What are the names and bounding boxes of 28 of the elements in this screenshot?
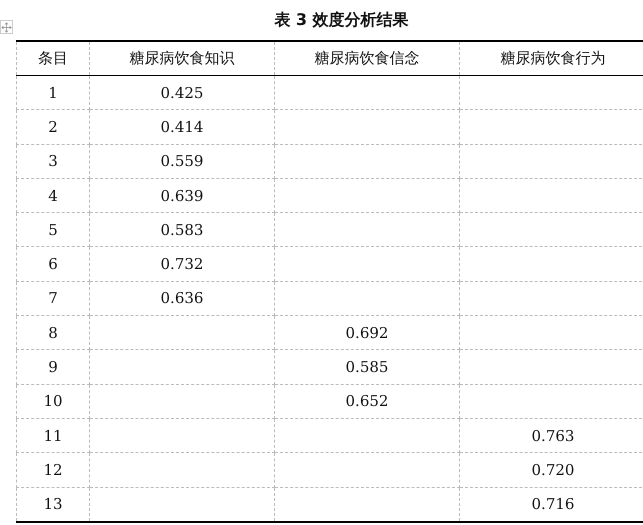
- table-cell: 0.583: [90, 212, 274, 247]
- table-cell: 1: [16, 76, 90, 110]
- table-cell: 12: [16, 452, 90, 488]
- table-cell: 0.636: [90, 281, 274, 316]
- table-cell: 13: [16, 487, 90, 522]
- table-cell: 0.652: [274, 384, 460, 418]
- table-title: 表 3 效度分析结果: [274, 10, 409, 30]
- table-cell: 0.425: [90, 76, 274, 110]
- column-header: 糖尿病饮食信念: [274, 41, 460, 76]
- table-cell: 0.414: [90, 110, 274, 144]
- table-cell: 0.559: [90, 144, 274, 178]
- table-cell: 0.639: [90, 178, 274, 213]
- table-cell: 10: [16, 384, 90, 418]
- column-header: 糖尿病饮食知识: [90, 41, 274, 76]
- table-cell: 8: [16, 316, 90, 350]
- table-cell: 9: [16, 350, 90, 384]
- table-cell: 5: [16, 212, 90, 247]
- table-cell: 2: [16, 110, 90, 144]
- column-header: 条目: [16, 41, 90, 76]
- table-cell: 11: [16, 418, 90, 453]
- table-cell: 4: [16, 178, 90, 213]
- table-cell: 3: [16, 144, 90, 178]
- table-cell: 7: [16, 281, 90, 316]
- table-cell: 0.692: [274, 316, 460, 350]
- table-cell: 0.585: [274, 350, 460, 384]
- table-cell: 6: [16, 246, 90, 282]
- table-cell: 0.732: [90, 246, 274, 282]
- move-icon[interactable]: [0, 20, 13, 34]
